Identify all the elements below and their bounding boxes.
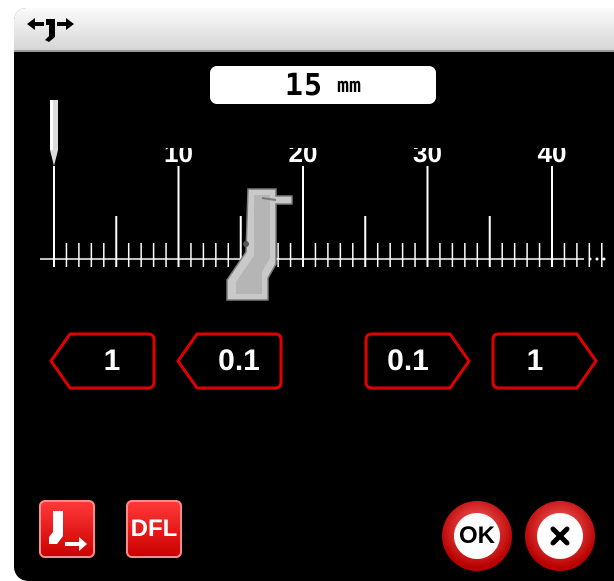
presser-foot-arrow-icon bbox=[49, 511, 87, 551]
move-right-1-button[interactable]: 1 bbox=[489, 331, 599, 391]
default-button[interactable]: DFL bbox=[126, 500, 182, 558]
ruler-continuation-dots bbox=[588, 257, 606, 261]
cancel-button[interactable] bbox=[525, 501, 595, 571]
step-label: 0.1 bbox=[218, 344, 260, 377]
title-bar bbox=[14, 8, 614, 52]
presser-foot-icon[interactable] bbox=[226, 188, 293, 301]
ruler-label: 40 bbox=[538, 148, 567, 168]
needle-position-icon bbox=[27, 18, 74, 42]
ruler-label: 30 bbox=[413, 148, 442, 168]
step-label: 1 bbox=[103, 344, 121, 377]
move-left-0.1-button[interactable]: 0.1 bbox=[175, 331, 285, 391]
distance-readout: 15 mm bbox=[210, 66, 436, 104]
presser-foot-button[interactable] bbox=[39, 500, 95, 558]
distance-unit: mm bbox=[337, 73, 362, 97]
move-right-0.1-button[interactable]: 0.1 bbox=[362, 331, 472, 391]
move-left-1-button[interactable]: 1 bbox=[48, 331, 158, 391]
step-label: 0.1 bbox=[387, 344, 429, 377]
screen: 15 mm 10 20 30 40 1 0.1 0.1 1 DFL OK bbox=[14, 8, 614, 581]
default-label: DFL bbox=[130, 515, 178, 542]
close-icon bbox=[550, 526, 570, 546]
close-icon-holder bbox=[537, 513, 583, 559]
ruler-label: 10 bbox=[164, 148, 193, 168]
ruler: 10 20 30 40 bbox=[40, 148, 606, 301]
distance-value: 15 bbox=[284, 67, 324, 103]
step-label: 1 bbox=[526, 344, 544, 377]
ruler-labels: 10 20 30 40 bbox=[164, 148, 566, 168]
ruler-label: 20 bbox=[289, 148, 318, 168]
ok-button[interactable]: OK bbox=[442, 501, 512, 571]
ok-label: OK bbox=[454, 513, 500, 559]
ruler-ticks bbox=[53, 166, 603, 267]
